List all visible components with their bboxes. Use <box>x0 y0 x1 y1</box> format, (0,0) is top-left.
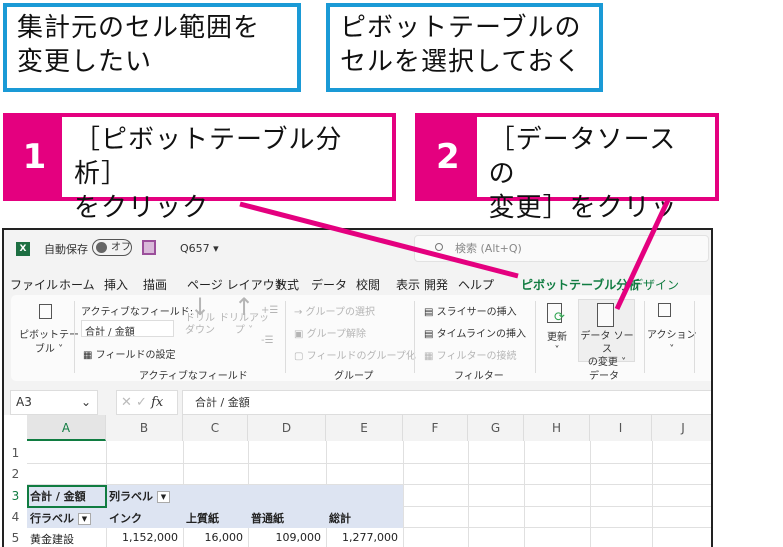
pointer-line-step1 <box>239 201 519 279</box>
pointer-lines <box>239 198 671 311</box>
pointer-line-step2 <box>614 198 671 311</box>
